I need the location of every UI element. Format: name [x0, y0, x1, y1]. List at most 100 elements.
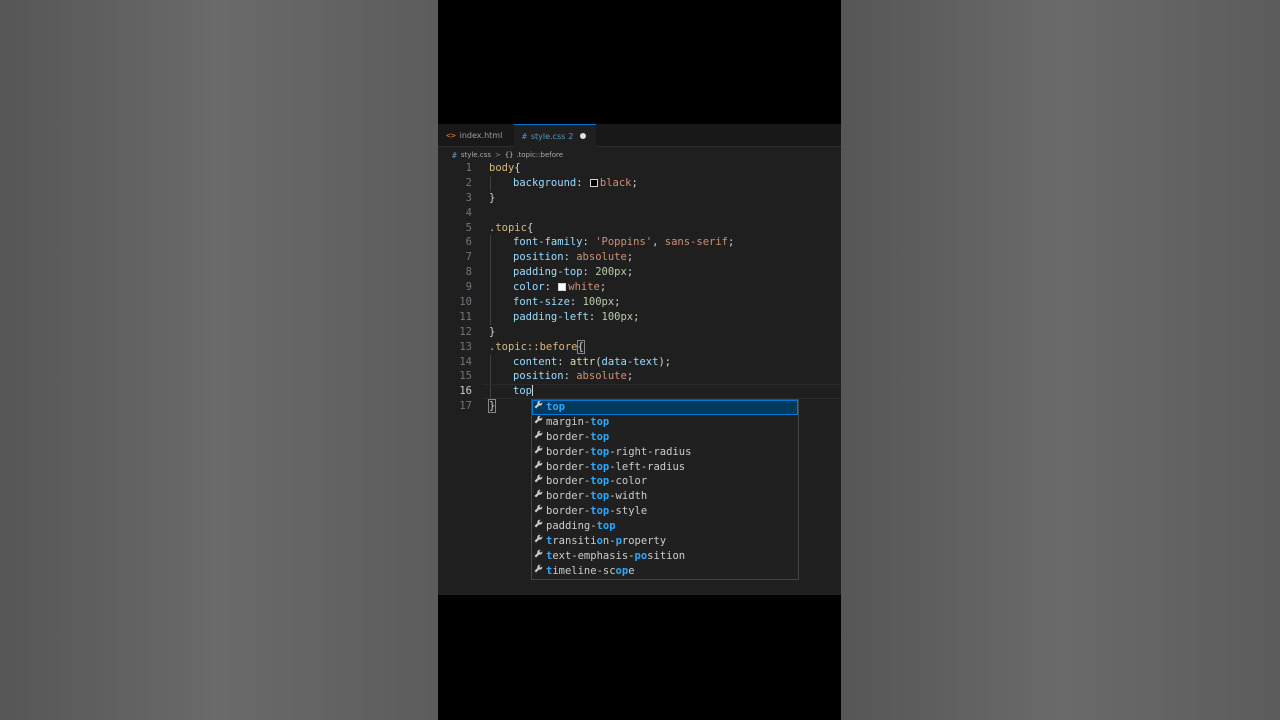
line-number: 5: [465, 221, 472, 234]
code-text: top: [489, 384, 533, 399]
code-area[interactable]: 1 body{2 background: black; 3} 4 5 .topic{6 fon…: [438, 161, 841, 414]
code-token: :: [544, 281, 558, 294]
wrench-icon: [534, 489, 543, 504]
code-line[interactable]: 15 position: absolute;: [438, 369, 841, 385]
suggestion-text: border-: [546, 490, 591, 503]
suggestion-item[interactable]: border-top: [532, 430, 798, 445]
line-number: 15: [459, 370, 472, 383]
suggestion-item[interactable]: border-top-color: [532, 474, 798, 489]
suggestion-text: -style: [609, 505, 648, 518]
code-text: .topic{: [489, 221, 533, 236]
wrench-icon: [534, 564, 543, 579]
unsaved-dot-icon[interactable]: [580, 133, 587, 139]
suggestion-text: -width: [609, 490, 648, 503]
css-file-icon: #: [522, 131, 527, 141]
breadcrumb-symbol[interactable]: .topic::before: [516, 151, 563, 159]
line-number: 7: [465, 251, 472, 264]
suggestion-item[interactable]: transition-property: [532, 534, 798, 549]
suggestion-item[interactable]: timeline-scope: [532, 564, 798, 579]
code-line[interactable]: 8 padding-top: 200px;: [438, 265, 841, 281]
code-token: data-text: [601, 355, 659, 368]
code-line[interactable]: 14 content: attr(data-text);: [438, 354, 841, 370]
tab-style-css[interactable]: # style.css 2: [514, 124, 596, 147]
code-token: ;: [626, 266, 634, 279]
code-line[interactable]: 7 position: absolute;: [438, 250, 841, 266]
line-number: 9: [465, 281, 472, 294]
code-line[interactable]: 3}: [438, 191, 841, 206]
suggestion-text: -left-radius: [609, 460, 686, 473]
suggestion-text: roperty: [621, 535, 667, 548]
suggestion-item[interactable]: border-top-left-radius: [532, 460, 798, 475]
suggestion-text: -right-radius: [609, 445, 692, 458]
code-token: attr: [569, 355, 596, 368]
suggestion-item[interactable]: top: [532, 400, 798, 415]
breadcrumb-file[interactable]: style.css: [461, 151, 491, 159]
code-text: font-family: 'Poppins', sans-serif;: [489, 235, 734, 250]
suggestion-item[interactable]: margin-top: [532, 415, 798, 430]
suggestion-item[interactable]: border-top-right-radius: [532, 445, 798, 460]
code-line[interactable]: 11 padding-left: 100px;: [438, 309, 841, 325]
code-token: }: [487, 399, 497, 414]
color-swatch[interactable]: [558, 283, 567, 292]
suggestion-item[interactable]: padding-top: [532, 519, 798, 534]
code-line[interactable]: 2 background: black;: [438, 175, 841, 191]
code-token: ;: [631, 176, 638, 189]
tab-label: style.css: [530, 131, 566, 141]
suggestion-item[interactable]: border-top-style: [532, 504, 798, 519]
color-swatch[interactable]: [589, 178, 598, 187]
suggestion-text: border-: [546, 445, 591, 458]
code-token: position: [513, 370, 564, 383]
code-line[interactable]: 13 .topic::before{: [438, 339, 841, 355]
wrench-icon: [534, 400, 543, 415]
line-number: 1: [465, 162, 472, 174]
code-token: :: [582, 266, 596, 279]
line-number: 3: [465, 191, 472, 204]
code-text: .topic::before{: [489, 339, 585, 355]
code-text: color: white;: [489, 280, 606, 295]
code-token: position: [513, 251, 564, 264]
code-line[interactable]: 16 top: [438, 384, 841, 400]
wrench-icon: [534, 534, 543, 549]
symbol-class-icon: {}: [504, 151, 514, 159]
code-token: black: [599, 176, 632, 189]
code-token: .topic::before: [489, 340, 578, 353]
code-token: white: [568, 281, 600, 294]
suggestion-item[interactable]: border-top-width: [532, 489, 798, 504]
suggestion-text: border-: [546, 430, 591, 443]
suggestion-text: top: [590, 505, 610, 518]
suggestion-text: ransiti: [552, 535, 597, 548]
suggestion-text: ext-emphasis-: [552, 549, 635, 562]
code-text: }: [489, 325, 495, 340]
code-token: }: [489, 325, 496, 338]
suggestion-item[interactable]: text-emphasis-position: [532, 549, 798, 564]
code-token: :: [563, 251, 577, 264]
wrench-icon: [534, 430, 543, 445]
code-token: ;: [626, 370, 634, 383]
line-number: 4: [465, 206, 472, 219]
line-number: 10: [459, 296, 472, 309]
code-line[interactable]: 1 body{: [438, 161, 841, 176]
suggestion-text: margin-: [546, 415, 591, 428]
code-line[interactable]: 5 .topic{: [438, 221, 841, 236]
video-frame: <> index.html # style.css 2 # style.css …: [438, 0, 841, 720]
code-line[interactable]: 4: [438, 206, 841, 221]
code-token: ;: [614, 296, 621, 309]
code-token: 100px: [582, 296, 615, 309]
problem-count-badge: 2: [568, 131, 574, 141]
code-token: ;: [727, 236, 735, 249]
code-line[interactable]: 9 color: white;: [438, 280, 841, 296]
suggestion-text: border-: [546, 505, 591, 518]
wrench-icon: [534, 445, 543, 460]
code-token: :: [582, 236, 596, 249]
code-line[interactable]: 12}: [438, 325, 841, 340]
line-number: 14: [459, 355, 472, 368]
code-token: .topic: [489, 221, 527, 234]
line-number: 6: [465, 236, 472, 249]
code-token: 100px: [601, 310, 634, 323]
code-line[interactable]: 6 font-family: 'Poppins', sans-serif;: [438, 235, 841, 251]
tab-index-html[interactable]: <> index.html: [438, 124, 514, 146]
line-number: 11: [459, 310, 472, 323]
code-line[interactable]: 10 font-size: 100px;: [438, 295, 841, 310]
line-number: 8: [465, 266, 472, 279]
chevron-right-icon: >: [494, 151, 501, 159]
